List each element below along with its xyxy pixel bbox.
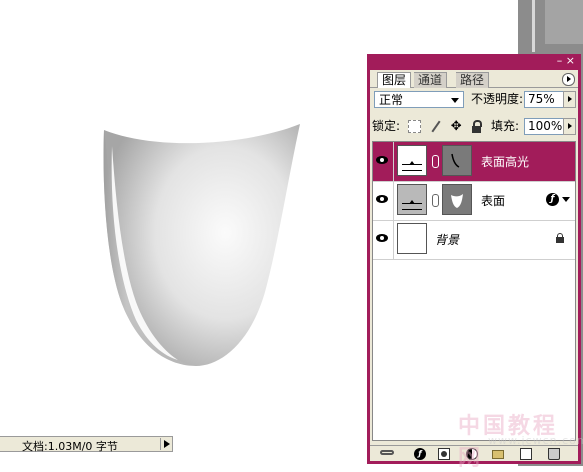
lock-pixels-brush-icon[interactable] <box>429 120 442 133</box>
status-info-box: 文档:1.03M/0 字节 <box>0 436 173 453</box>
add-layer-style-icon[interactable]: ƒ <box>414 448 426 460</box>
chevron-down-icon <box>451 98 459 103</box>
layer-name: 背景 <box>435 233 460 247</box>
link-chain-icon[interactable] <box>432 194 439 207</box>
document-size-text: 文档:1.03M/0 字节 <box>22 440 118 453</box>
link-chain-icon[interactable] <box>432 155 439 168</box>
workspace-divider <box>532 0 535 52</box>
layer-row-surface-highlight[interactable]: 表面高光 <box>373 142 575 182</box>
eye-icon[interactable] <box>375 193 389 205</box>
watermark-logo: 中国教程网 www.jcwcn.com <box>458 408 583 471</box>
lock-position-move-icon[interactable]: ✥ <box>450 120 463 133</box>
mask-shape-icon <box>451 194 463 208</box>
opacity-field[interactable]: 75% <box>524 91 564 108</box>
eye-icon[interactable] <box>375 232 389 244</box>
panel-menu-arrow-icon[interactable] <box>562 73 575 86</box>
watermark-url: www.jcwcn.com <box>488 434 583 447</box>
fill-layer-icon <box>402 161 422 171</box>
eye-icon[interactable] <box>375 154 389 166</box>
add-mask-icon[interactable] <box>438 448 450 460</box>
fill-field[interactable]: 100% <box>524 118 564 135</box>
panel-minimize-close-icon[interactable]: – × <box>557 55 575 67</box>
lock-icon <box>555 233 565 243</box>
visibility-column <box>373 220 394 259</box>
fill-slider-arrow-icon[interactable] <box>563 118 576 135</box>
workspace-toolbar-area <box>545 0 583 44</box>
link-layers-icon[interactable] <box>380 450 394 455</box>
tab-layers[interactable]: 图层 <box>377 72 412 88</box>
blend-mode-value: 正常 <box>379 93 404 107</box>
visibility-column <box>373 181 394 220</box>
blend-opacity-row: 正常 不透明度: 75% <box>370 90 578 114</box>
layer-mask-thumbnail[interactable] <box>442 184 472 215</box>
shield-shape-artwork <box>103 124 300 366</box>
layer-effects-icon[interactable]: ƒ <box>546 193 559 206</box>
layer-name: 表面 <box>481 194 506 208</box>
lock-all-icon[interactable] <box>470 120 483 133</box>
layers-list: 表面高光 表面 ƒ 背景 <box>372 141 576 441</box>
fill-label: 填充: <box>491 119 520 133</box>
fill-layer-icon <box>402 200 422 210</box>
layer-name: 表面高光 <box>481 155 530 169</box>
layer-mask-thumbnail[interactable] <box>442 145 472 176</box>
layers-panel-body: 图层 通道 路径 正常 不透明度: 75% 锁定: ✥ 填充: 100% 表面高… <box>370 70 578 461</box>
opacity-slider-arrow-icon[interactable] <box>563 91 576 108</box>
lock-transparency-icon[interactable] <box>408 120 421 133</box>
layers-panel: – × 图层 通道 路径 正常 不透明度: 75% 锁定: ✥ 填充: 100%… <box>367 54 581 464</box>
layer-thumbnail <box>397 145 427 176</box>
status-menu-arrow-icon[interactable] <box>160 438 173 450</box>
blend-mode-select[interactable]: 正常 <box>374 91 464 108</box>
lock-label: 锁定: <box>372 119 401 133</box>
panel-tabs: 图层 通道 路径 <box>370 70 578 88</box>
layer-thumbnail <box>397 184 427 215</box>
lock-options: ✥ <box>408 119 487 133</box>
expand-effects-arrow-icon[interactable] <box>562 197 570 202</box>
layer-row-background[interactable]: 背景 <box>373 220 575 260</box>
opacity-label: 不透明度: <box>471 92 524 106</box>
layer-thumbnail <box>397 223 427 254</box>
layer-row-surface[interactable]: 表面 ƒ <box>373 181 575 221</box>
mask-shape-icon <box>451 153 460 168</box>
visibility-column <box>373 142 394 181</box>
lock-fill-row: 锁定: ✥ 填充: 100% <box>370 114 578 138</box>
tab-paths[interactable]: 路径 <box>456 72 490 88</box>
tab-channels[interactable]: 通道 <box>414 72 448 88</box>
